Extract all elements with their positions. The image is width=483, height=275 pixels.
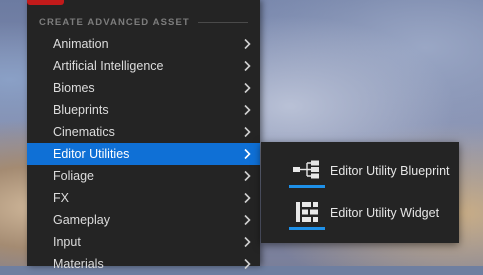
chevron-right-icon (244, 214, 251, 226)
chevron-right-icon (244, 148, 251, 160)
asset-type-color-bar (289, 227, 325, 230)
menu-item-label: Materials (53, 257, 104, 271)
section-title: CREATE ADVANCED ASSET (39, 16, 190, 28)
menu-item-label: Input (53, 235, 81, 249)
chevron-right-icon (244, 126, 251, 138)
menu-item-materials[interactable]: Materials (27, 253, 260, 275)
menu-item-label: Editor Utilities (53, 147, 130, 161)
menu-item-blueprints[interactable]: Blueprints (27, 99, 260, 121)
section-divider (197, 21, 248, 23)
menu-item-artificial-intelligence[interactable]: Artificial Intelligence (27, 55, 260, 77)
chevron-right-icon (244, 192, 251, 204)
menu-item-label: Foliage (53, 169, 94, 183)
widget-layout-icon (289, 196, 325, 230)
menu-item-gameplay[interactable]: Gameplay (27, 209, 260, 231)
menu-item-biomes[interactable]: Biomes (27, 77, 260, 99)
asset-type-color-bar (289, 185, 325, 188)
menu-item-input[interactable]: Input (27, 231, 260, 253)
menu-item-cinematics[interactable]: Cinematics (27, 121, 260, 143)
chevron-right-icon (244, 82, 251, 94)
menu-item-animation[interactable]: Animation (27, 33, 260, 55)
menu-item-label: Cinematics (53, 125, 115, 139)
chevron-right-icon (244, 38, 251, 50)
menu-item-label: Gameplay (53, 213, 110, 227)
menu-item-label: Blueprints (53, 103, 109, 117)
menu-item-label: FX (53, 191, 69, 205)
chevron-right-icon (244, 60, 251, 72)
category-list: Animation Artificial Intelligence Biomes… (27, 33, 260, 275)
editor-utilities-submenu: Editor Utility Blueprint Editor Utility … (261, 142, 459, 243)
menu-item-foliage[interactable]: Foliage (27, 165, 260, 187)
blueprint-graph-icon (289, 154, 325, 188)
chevron-right-icon (244, 104, 251, 116)
submenu-item-editor-utility-blueprint[interactable]: Editor Utility Blueprint (289, 154, 454, 188)
chevron-right-icon (244, 236, 251, 248)
submenu-item-label: Editor Utility Blueprint (330, 164, 450, 178)
chevron-right-icon (244, 258, 251, 270)
menu-item-label: Artificial Intelligence (53, 59, 164, 73)
menu-item-fx[interactable]: FX (27, 187, 260, 209)
menu-item-label: Animation (53, 37, 109, 51)
create-asset-menu: CREATE ADVANCED ASSET Animation Artifici… (27, 0, 260, 271)
section-header: CREATE ADVANCED ASSET (39, 15, 248, 29)
submenu-item-editor-utility-widget[interactable]: Editor Utility Widget (289, 196, 454, 230)
chevron-right-icon (244, 170, 251, 182)
brand-accent-mark (27, 0, 64, 5)
submenu-item-label: Editor Utility Widget (330, 206, 440, 220)
menu-item-editor-utilities[interactable]: Editor Utilities (27, 143, 260, 165)
menu-item-label: Biomes (53, 81, 95, 95)
